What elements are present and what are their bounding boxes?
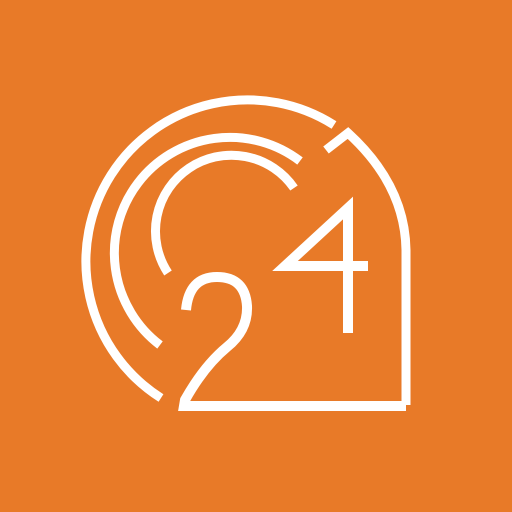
app-icon	[0, 0, 512, 512]
inner-arc	[150, 150, 298, 276]
digit-two	[178, 271, 406, 411]
digit-four	[272, 196, 368, 333]
24-logo-icon	[81, 95, 411, 411]
